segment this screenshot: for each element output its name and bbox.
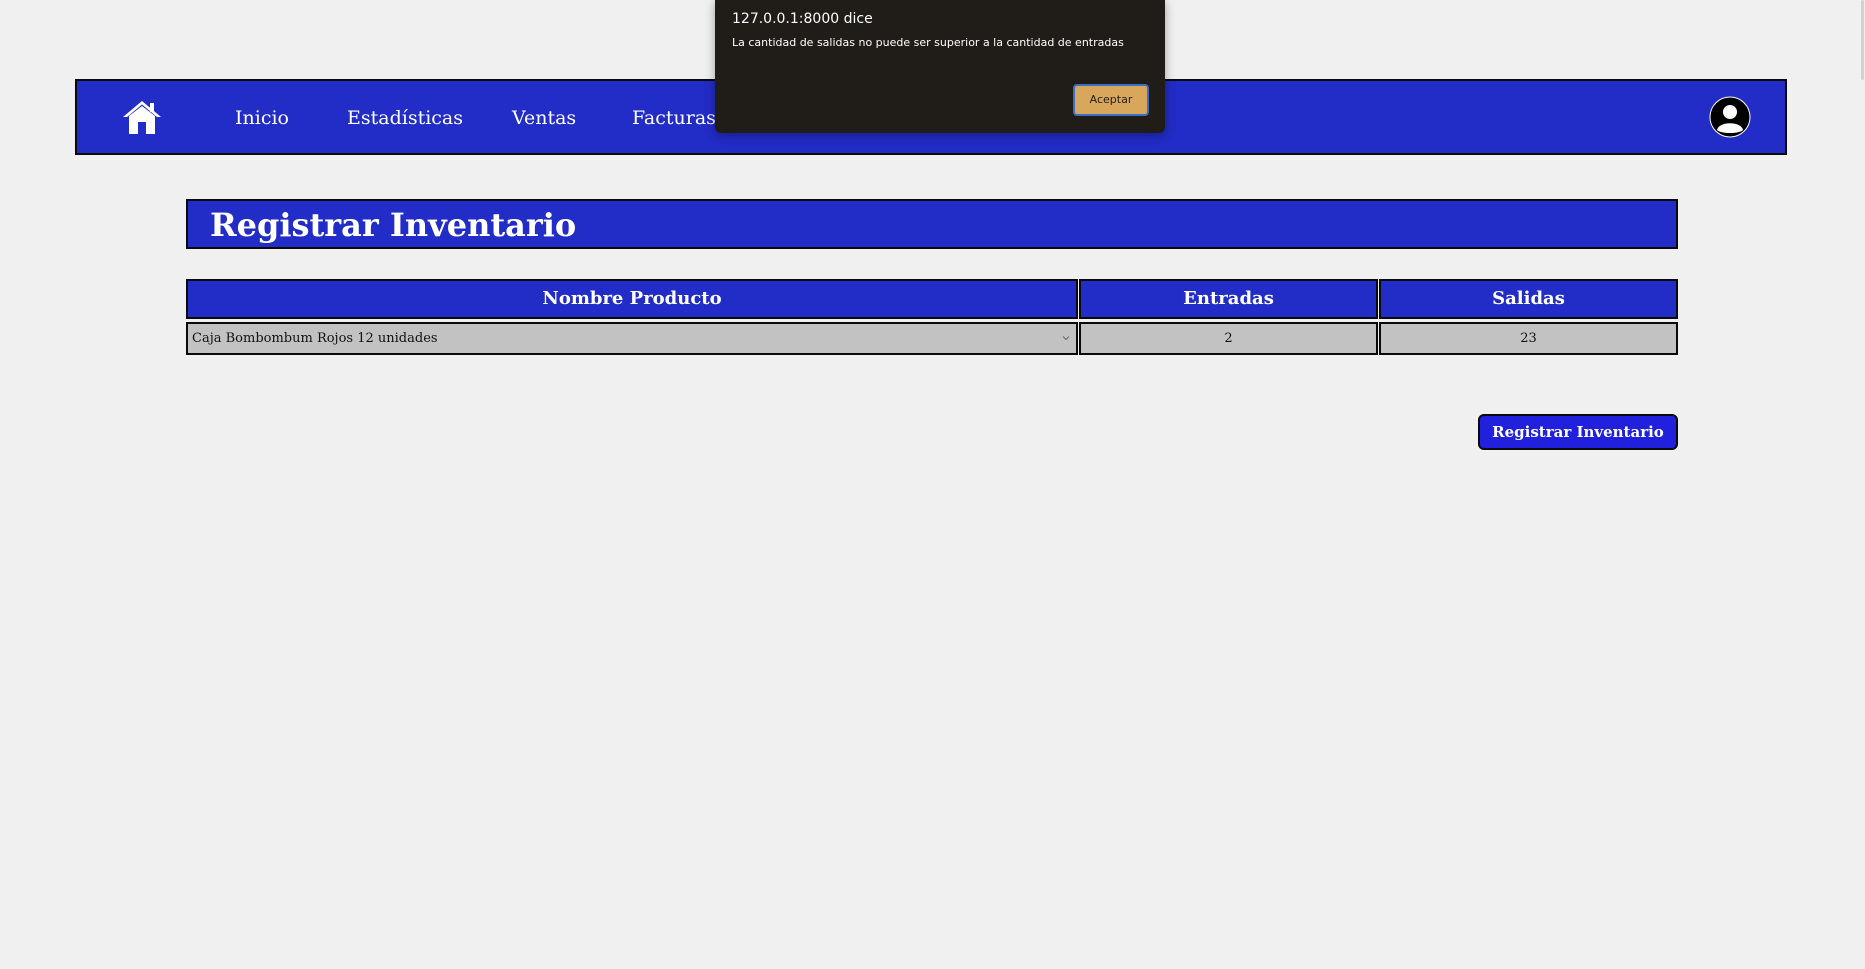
chevron-down-icon bbox=[1062, 336, 1070, 341]
page-title: Registrar Inventario bbox=[210, 206, 577, 244]
registrar-inventario-button[interactable]: Registrar Inventario bbox=[1478, 414, 1678, 450]
column-header-nombre-producto: Nombre Producto bbox=[186, 279, 1078, 319]
alert-title: 127.0.0.1:8000 dice bbox=[732, 11, 873, 27]
scrollbar-thumb[interactable] bbox=[1861, 0, 1864, 80]
user-menu-button[interactable] bbox=[1709, 96, 1751, 138]
alert-message: La cantidad de salidas no puede ser supe… bbox=[732, 36, 1124, 49]
alert-accept-button[interactable]: Aceptar bbox=[1073, 84, 1149, 116]
column-header-entradas: Entradas bbox=[1079, 279, 1378, 319]
column-header-salidas: Salidas bbox=[1379, 279, 1678, 319]
nav-item-inicio[interactable]: Inicio bbox=[235, 107, 289, 129]
salidas-input[interactable]: 23 bbox=[1379, 322, 1678, 355]
nav-item-ventas[interactable]: Ventas bbox=[512, 107, 576, 129]
nav-item-facturas[interactable]: Facturas bbox=[632, 107, 716, 129]
user-circle-icon bbox=[1709, 96, 1751, 138]
home-link[interactable] bbox=[121, 98, 163, 138]
entradas-input[interactable]: 2 bbox=[1079, 322, 1378, 355]
product-select[interactable]: Caja Bombombum Rojos 12 unidades bbox=[186, 322, 1078, 355]
product-select-value: Caja Bombombum Rojos 12 unidades bbox=[192, 331, 438, 346]
scrollbar-track[interactable] bbox=[1848, 0, 1865, 969]
home-icon bbox=[123, 101, 161, 134]
alert-dialog: 127.0.0.1:8000 dice La cantidad de salid… bbox=[715, 0, 1165, 133]
nav-item-estadisticas[interactable]: Estadísticas bbox=[347, 107, 463, 129]
page-title-bar: Registrar Inventario bbox=[186, 199, 1678, 249]
